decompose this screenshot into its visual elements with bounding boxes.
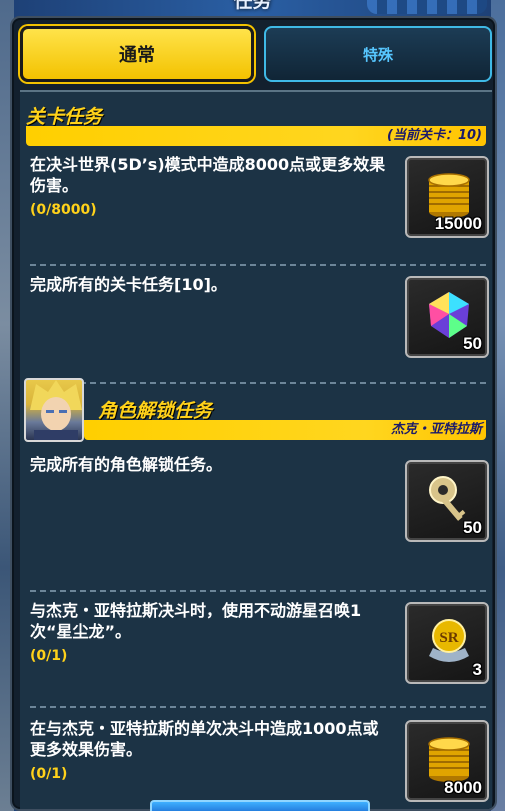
divider <box>30 264 486 266</box>
section-bar-character: 杰克・亚特拉斯 <box>84 420 486 440</box>
reward-count: 15000 <box>434 214 482 233</box>
reward-box[interactable]: 50 <box>405 460 489 542</box>
sr-ticket-icon: SR <box>429 619 469 662</box>
section-title-stage: 关卡任务 <box>26 106 103 128</box>
character-portrait-icon <box>30 380 82 440</box>
tab-special-label: 特殊 <box>362 45 393 64</box>
tab-normal[interactable]: 通常 <box>20 26 254 82</box>
mission-list[interactable]: 关卡任务 (当前关卡：10) 在决斗世界(5D’s)模式中造成8000点或更多效… <box>20 90 492 809</box>
title-decoration <box>367 0 487 14</box>
mission-progress: (0/1) <box>30 766 68 782</box>
window-title: 任务 <box>233 0 272 12</box>
svg-text:SR: SR <box>439 630 458 646</box>
bottom-button[interactable] <box>150 800 370 811</box>
reward-count: 50 <box>463 518 482 537</box>
tab-normal-label: 通常 <box>119 45 155 66</box>
mission-progress: (0/8000) <box>30 202 97 218</box>
missions-panel: 通常 特殊 关卡任务 (当前关卡：10) 在决斗世界(5D’s)模式中造成800… <box>10 16 497 811</box>
divider <box>30 382 486 384</box>
mission-text: 在与杰克・亚特拉斯的单次决斗中造成1000点或更多效果伤害。 <box>30 719 379 759</box>
section-title-character: 角色解锁任务 <box>98 400 213 422</box>
reward-count: 3 <box>472 660 482 679</box>
mission-text: 完成所有的关卡任务[10]。 <box>30 275 227 294</box>
reward-box[interactable]: 8000 <box>405 720 489 802</box>
mission-text: 完成所有的角色解锁任务。 <box>30 455 223 474</box>
character-avatar <box>24 378 84 442</box>
reward-box[interactable]: SR 3 <box>405 602 489 684</box>
divider <box>30 590 486 592</box>
reward-count: 50 <box>463 334 482 353</box>
current-stage-label: (当前关卡：10) <box>387 128 482 143</box>
mission-progress: (0/1) <box>30 648 68 664</box>
tab-special[interactable]: 特殊 <box>264 26 492 82</box>
mission-text: 与杰克・亚特拉斯决斗时，使用不动游星召唤1次“星尘龙”。 <box>30 601 362 641</box>
section-bar-stage: (当前关卡：10) <box>26 126 486 146</box>
reward-count: 8000 <box>444 778 482 797</box>
divider <box>30 706 486 708</box>
reward-box[interactable]: 15000 <box>405 156 489 238</box>
character-name-label: 杰克・亚特拉斯 <box>390 422 482 437</box>
mission-text: 在决斗世界(5D’s)模式中造成8000点或更多效果伤害。 <box>30 155 386 195</box>
reward-box[interactable]: 50 <box>405 276 489 358</box>
